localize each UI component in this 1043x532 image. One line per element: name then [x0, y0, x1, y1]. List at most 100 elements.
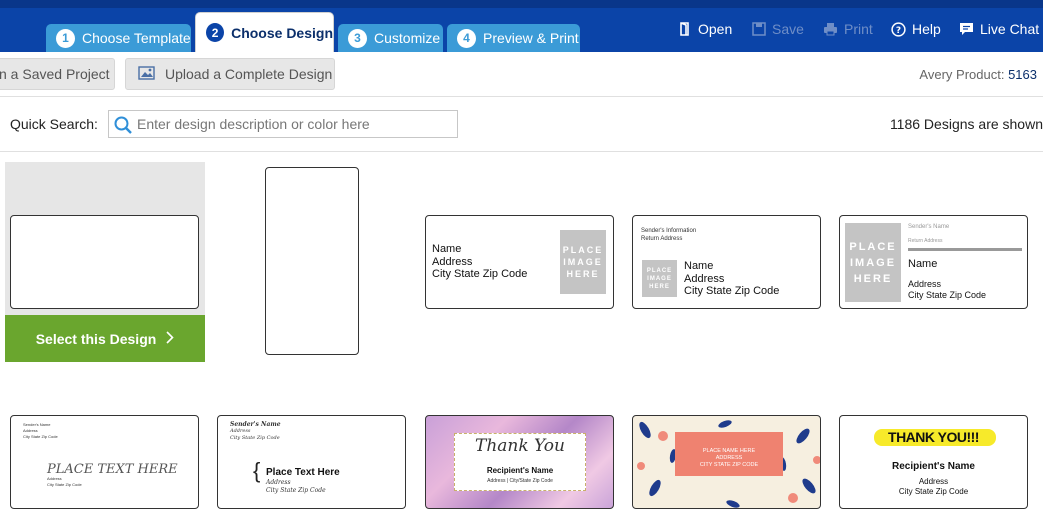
open-saved-project-button[interactable]: n a Saved Project: [0, 58, 115, 90]
sender-text: Sender's Name: [908, 224, 950, 230]
quick-search-box[interactable]: [108, 110, 458, 138]
design-card-name-image[interactable]: Name Address City State Zip Code PLACE I…: [425, 215, 614, 309]
thank-you-text: Thank You: [474, 436, 565, 456]
divider-bar: [908, 248, 1022, 251]
thank-you-text: THANK YOU!!!: [888, 429, 979, 445]
tab-label: Customize: [374, 30, 441, 46]
design-card-large-image[interactable]: PLACE IMAGE HERE Sender's Name Return Ad…: [839, 215, 1028, 309]
help-button[interactable]: ? Help: [891, 21, 941, 37]
name-text: Name: [908, 258, 938, 270]
address-block-2: Address City State Zip Code: [266, 479, 326, 495]
open-label: Open: [698, 21, 733, 37]
tab-choose-design[interactable]: 2 Choose Design: [195, 12, 334, 52]
address-text: Address: [684, 272, 725, 285]
brace-decoration: {: [253, 458, 261, 483]
address-text: Address: [918, 477, 949, 486]
address-text: Address: [908, 279, 942, 289]
sender-block: Sender's Name Address City State Zip Cod…: [230, 421, 281, 442]
select-design-button[interactable]: Select this Design: [5, 315, 205, 362]
upload-design-button[interactable]: Upload a Complete Design: [125, 58, 335, 90]
divider: [0, 151, 1043, 152]
tab-label: Choose Template: [82, 30, 191, 46]
design-card-thank-you-yellow[interactable]: THANK YOU!!! Recipient's Name Address Ci…: [839, 415, 1028, 509]
address-text: Address: [266, 479, 291, 486]
design-card-thank-you-marble[interactable]: Thank You Recipient's Name Address | Cit…: [425, 415, 614, 509]
search-input[interactable]: [137, 113, 453, 135]
address-block: Name Address City State Zip Code: [684, 260, 779, 298]
product-label: Avery Product:: [919, 67, 1005, 82]
product-number: 5163: [1008, 67, 1037, 82]
sender-block: Sender's Name Address City State Zip Cod…: [23, 422, 58, 440]
return-text: Return Address: [641, 236, 683, 242]
chat-icon: [959, 22, 974, 36]
top-navigation-bar: 1 Choose Template 2 Choose Design 3 Cust…: [0, 0, 1043, 52]
city-text: CITY STATE ZIP CODE: [699, 462, 759, 468]
name-text: Name: [684, 260, 714, 272]
select-design-label: Select this Design: [35, 330, 157, 347]
address-text: Address: [230, 428, 251, 434]
image-upload-icon: [138, 65, 156, 83]
city-text: City State Zip Code: [898, 487, 969, 496]
svg-text:?: ?: [896, 26, 901, 36]
tab-label: Preview & Print: [483, 30, 579, 46]
step-number: 3: [348, 28, 367, 48]
thank-you-panel: Thank You Recipient's Name Address | Cit…: [454, 433, 586, 491]
live-chat-label: Live Chat: [980, 21, 1040, 37]
open-icon: [678, 22, 692, 36]
open-button[interactable]: Open: [678, 21, 732, 37]
address-text: Address: [432, 255, 473, 268]
sender-text: Sender's Information: [641, 228, 697, 234]
tab-customize[interactable]: 3 Customize: [338, 24, 443, 52]
design-count: 1186 Designs are shown: [889, 116, 1043, 132]
help-label: Help: [912, 21, 941, 37]
chevron-right-icon: [166, 330, 174, 347]
city-text: City State Zip Code: [432, 268, 528, 280]
image-placeholder: PLACE IMAGE HERE: [560, 230, 606, 294]
tab-preview-print[interactable]: 4 Preview & Print: [447, 24, 580, 52]
save-button[interactable]: Save: [752, 21, 804, 37]
print-button[interactable]: Print: [823, 21, 873, 37]
design-card-portrait[interactable]: [265, 167, 359, 355]
header-strip: [0, 0, 1043, 8]
name-text: Name: [432, 243, 462, 255]
design-card-blank[interactable]: [10, 215, 199, 309]
step-number: 1: [56, 28, 75, 48]
design-card-floral[interactable]: PLACE NAME HERE ADDRESS CITY STATE ZIP C…: [632, 415, 821, 509]
sender-text: Sender's Name: [230, 421, 281, 428]
address-block: Address City State Zip Code: [840, 477, 1027, 497]
save-label: Save: [772, 21, 804, 37]
name-text: PLACE NAME HERE: [702, 448, 756, 454]
city-text: City State Zip Code: [47, 482, 82, 487]
city-text: City State Zip Code: [908, 290, 987, 300]
city-text: City State Zip Code: [23, 434, 58, 439]
city-text: City State Zip Code: [266, 487, 326, 494]
address-text: ADDRESS: [715, 455, 743, 461]
design-card-place-text[interactable]: Sender's Name Address City State Zip Cod…: [217, 415, 406, 509]
place-text: Place Text Here: [266, 467, 340, 478]
search-icon: [113, 115, 133, 140]
recipient-text: Recipient's Name: [486, 466, 554, 475]
recipient-text: Recipient's Name: [892, 461, 975, 472]
tab-label: Choose Design: [231, 24, 333, 41]
quick-search-label: Quick Search:: [10, 116, 98, 132]
printer-icon: [823, 22, 838, 36]
save-icon: [752, 22, 766, 36]
image-placeholder: PLACE IMAGE HERE: [845, 223, 901, 302]
help-icon: ?: [891, 21, 906, 37]
step-number: 4: [457, 28, 476, 48]
design-card-handwritten[interactable]: Sender's Name Address City State Zip Cod…: [10, 415, 199, 509]
address-block: Name Address City State Zip Code: [432, 243, 527, 281]
address-block-2: Address City State Zip Code: [47, 476, 82, 488]
place-text: PLACE TEXT HERE: [47, 462, 178, 477]
design-card-sender-info[interactable]: Sender's Information Return Address PLAC…: [632, 215, 821, 309]
step-number: 2: [206, 23, 225, 42]
upload-label: Upload a Complete Design: [165, 66, 333, 82]
tab-choose-template[interactable]: 1 Choose Template: [46, 24, 191, 52]
image-placeholder: PLACE IMAGE HERE: [642, 260, 677, 297]
address-text: Address | City/State Zip Code: [487, 478, 553, 484]
divider: [0, 96, 1043, 97]
address-block: PLACE NAME HERE ADDRESS CITY STATE ZIP C…: [675, 448, 783, 469]
print-label: Print: [844, 21, 873, 37]
live-chat-button[interactable]: Live Chat: [959, 21, 1039, 37]
avery-product-info: Avery Product: 5163: [919, 67, 1037, 82]
